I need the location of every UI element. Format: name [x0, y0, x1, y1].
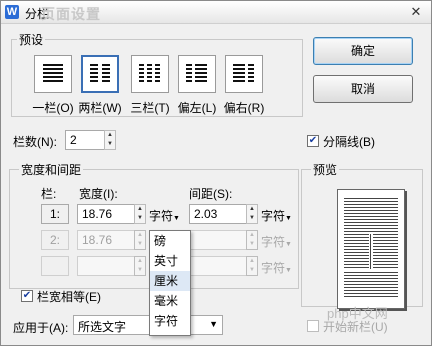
unit-option[interactable]: 英寸: [150, 251, 190, 271]
title-bar[interactable]: W 分栏 页面设置 ✕: [1, 1, 431, 24]
width-unit-1-label: 字符: [149, 209, 174, 223]
column-header: 栏:: [41, 187, 57, 201]
unit-option[interactable]: 磅: [150, 231, 190, 251]
close-icon[interactable]: ✕: [407, 4, 425, 20]
spacing-input-2: [189, 230, 247, 250]
two-column-icon[interactable]: [81, 55, 119, 93]
column-count-input[interactable]: 2: [65, 130, 105, 150]
left-column-icon[interactable]: [178, 55, 216, 93]
column-number-3: [41, 256, 69, 276]
cancel-button[interactable]: 取消: [313, 75, 413, 103]
apply-to-label: 应用于(A):: [13, 321, 69, 335]
spacing-unit-2: 字符▼: [261, 235, 292, 249]
spacing-input-1[interactable]: 2.03: [189, 204, 247, 224]
equal-width-checkbox[interactable]: ✔: [21, 290, 33, 302]
apply-to-select[interactable]: 所选文字 ▼: [73, 315, 223, 335]
three-column-icon[interactable]: [131, 55, 169, 93]
columns-dialog: W 分栏 页面设置 ✕ 预设 一栏(O) 两栏(W) 三栏(T) 偏左(L) 偏…: [0, 0, 432, 346]
new-column-checkbox: [307, 320, 319, 332]
preset-label-right[interactable]: 偏右(R): [214, 99, 274, 116]
spacing-input-3: [189, 256, 247, 276]
column-count-label: 栏数(N):: [13, 135, 57, 149]
preview-page-lines: [344, 198, 398, 297]
wps-writer-icon: W: [5, 5, 19, 19]
one-column-icon[interactable]: [34, 55, 72, 93]
background-page-setup-title: 页面设置: [41, 6, 101, 22]
width-input-1[interactable]: 18.76: [77, 204, 135, 224]
right-column-icon[interactable]: [225, 55, 263, 93]
column-count-spinner[interactable]: ▲ ▼: [104, 130, 116, 150]
preview-page: [337, 189, 405, 309]
spacing-unit-1-label: 字符: [261, 209, 286, 223]
equal-width-label: 栏宽相等(E): [37, 290, 101, 304]
spacing-unit-1[interactable]: 字符▼: [261, 207, 292, 224]
width-header: 宽度(I):: [79, 187, 118, 201]
ok-button[interactable]: 确定: [313, 37, 413, 65]
width-input-3: [77, 256, 135, 276]
width-input-2: 18.76: [77, 230, 135, 250]
width-spinner-3: ▲ ▼: [134, 256, 146, 276]
width-unit-1[interactable]: 字符▼: [149, 207, 180, 224]
separator-label: 分隔线(B): [323, 135, 375, 149]
unit-option[interactable]: 字符: [150, 311, 190, 331]
spacing-unit-2-label: 字符: [261, 235, 286, 249]
width-spacing-group-label: 宽度和间距: [19, 161, 84, 178]
spacing-spinner-3: ▲ ▼: [246, 256, 258, 276]
preset-group-label: 预设: [17, 31, 46, 48]
spacing-spinner-1[interactable]: ▲ ▼: [246, 204, 258, 224]
preview-label: 预览: [311, 161, 340, 178]
watermark-text: php中文网: [327, 306, 388, 321]
spacing-spinner-2: ▲ ▼: [246, 230, 258, 250]
unit-dropdown-list[interactable]: 磅 英寸 厘米 毫米 字符: [149, 230, 191, 336]
spacing-unit-3-label: 字符: [261, 261, 286, 275]
unit-option[interactable]: 毫米: [150, 291, 190, 311]
column-number-1: 1:: [41, 204, 69, 224]
column-number-2: 2:: [41, 230, 69, 250]
spacing-unit-3: 字符▼: [261, 261, 292, 275]
separator-checkbox[interactable]: ✔: [307, 135, 319, 147]
width-spinner-1[interactable]: ▲ ▼: [134, 204, 146, 224]
spacing-header: 间距(S):: [189, 187, 233, 201]
unit-option-highlighted[interactable]: 厘米: [150, 271, 190, 291]
width-spinner-2: ▲ ▼: [134, 230, 146, 250]
apply-to-value: 所选文字: [78, 320, 127, 334]
chevron-down-icon: ▼: [209, 319, 218, 329]
